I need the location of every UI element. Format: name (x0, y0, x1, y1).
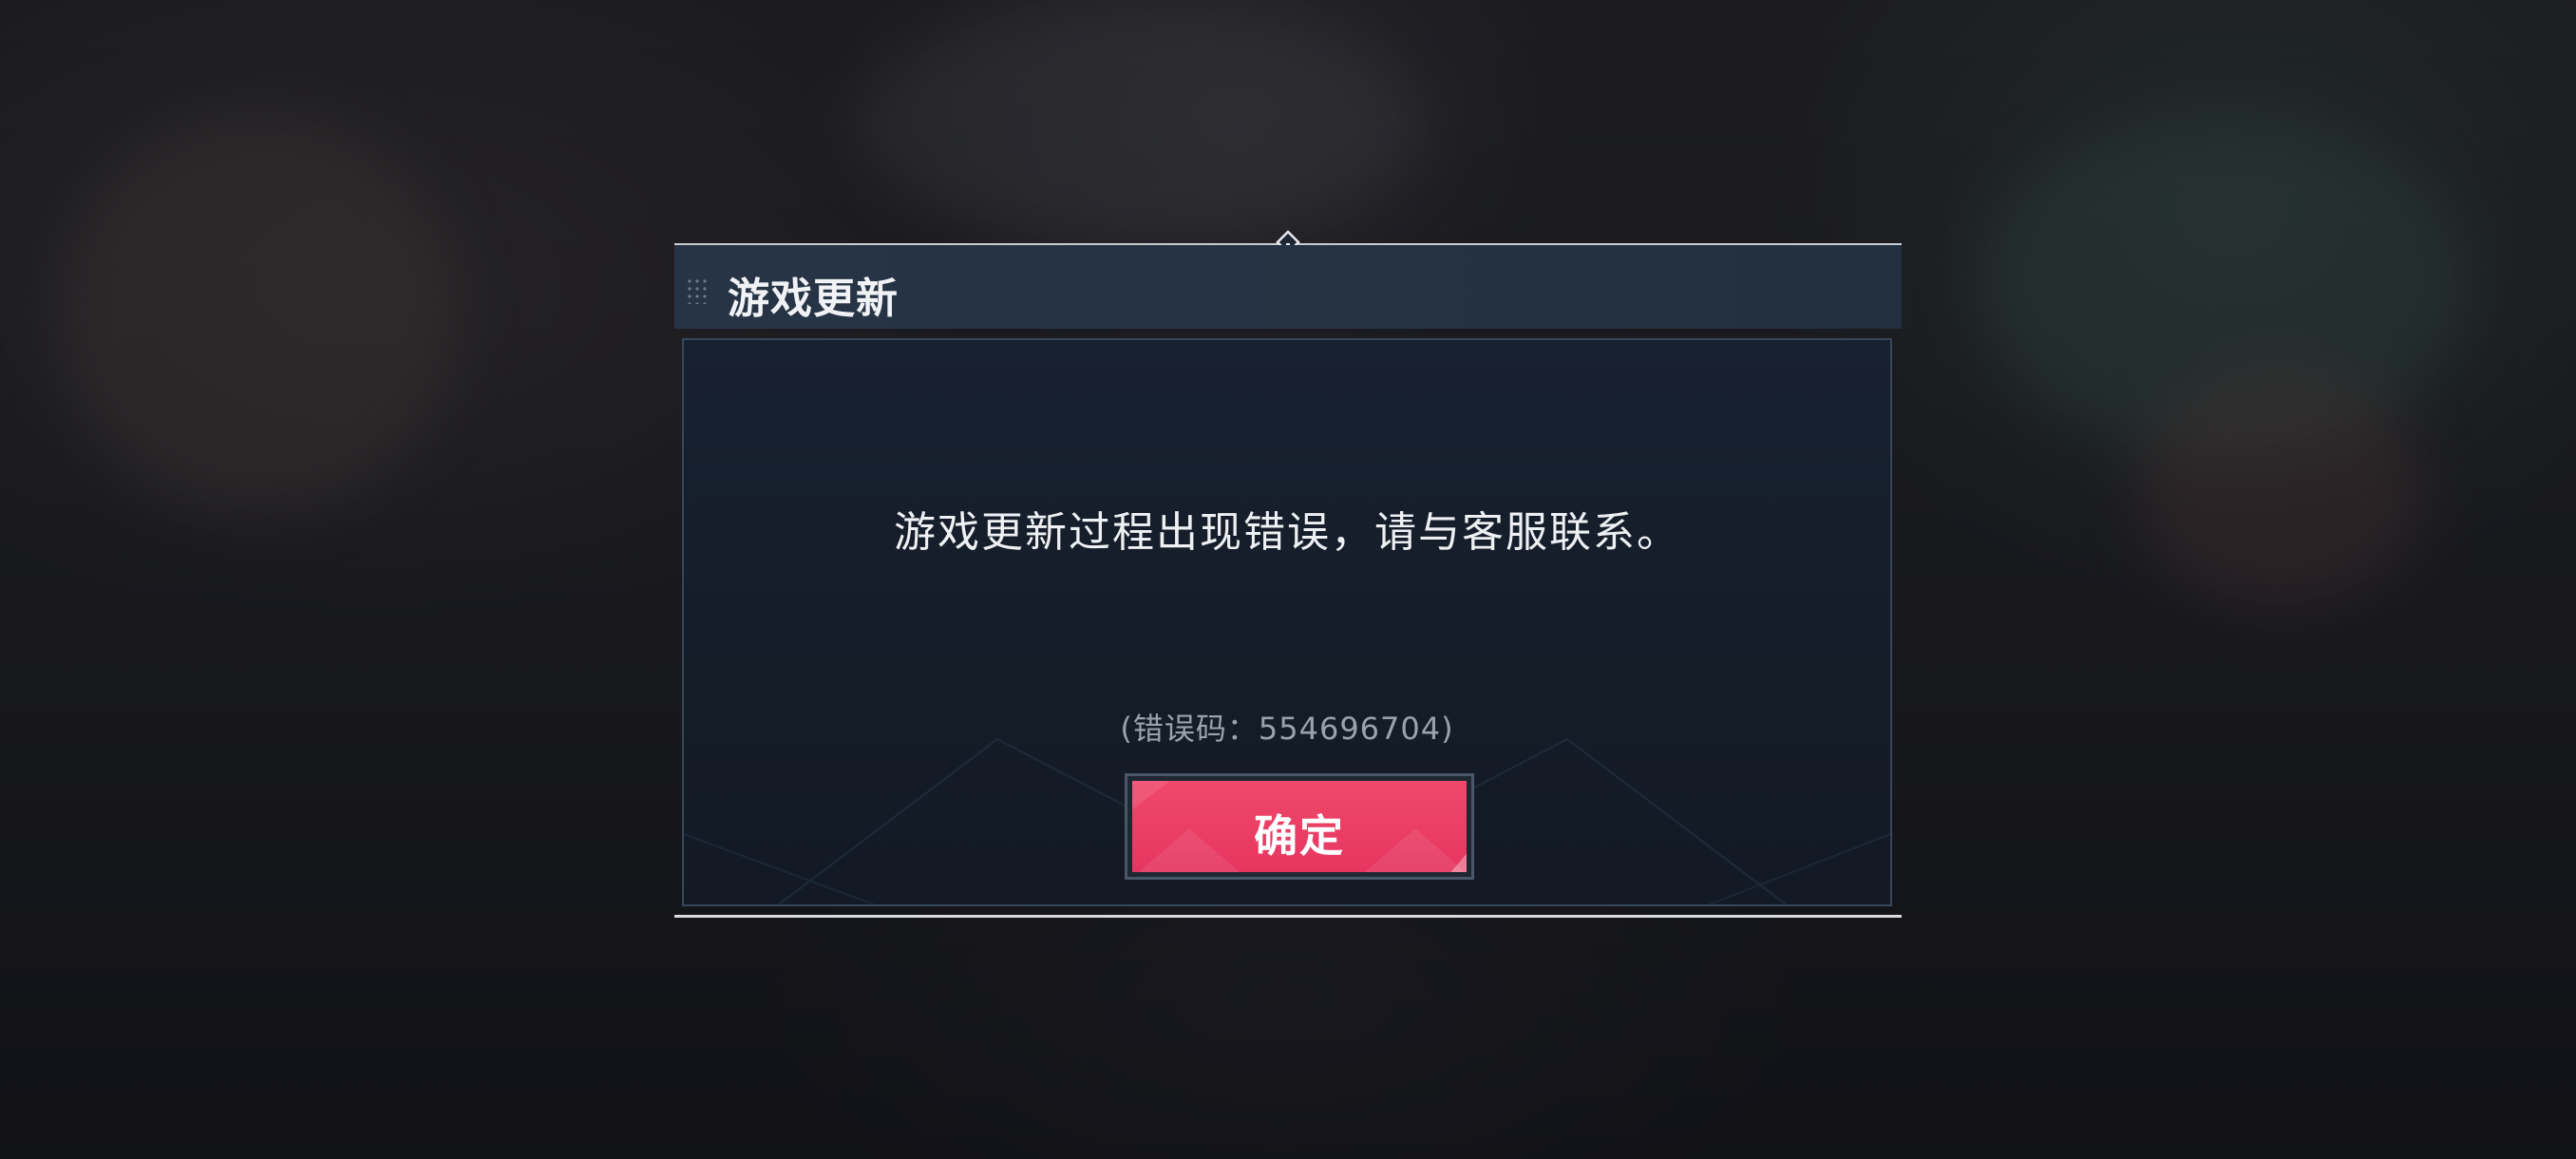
dialog-body: 游戏更新过程出现错误，请与客服联系。 (错误码：554696704) 确定 (682, 338, 1892, 906)
error-code: (错误码：554696704) (1120, 711, 1454, 747)
error-message: 游戏更新过程出现错误，请与客服联系。 (894, 508, 1680, 557)
confirm-button-label: 确定 (1254, 810, 1345, 862)
drag-grip-icon (686, 277, 710, 304)
confirm-button[interactable]: 确定 (1125, 773, 1474, 880)
confirm-button-face: 确定 (1132, 781, 1467, 872)
dialog-titlebar: 游戏更新 (674, 245, 1902, 329)
bottom-border-line (674, 915, 1902, 918)
dialog-title: 游戏更新 (728, 275, 899, 323)
update-error-dialog: 游戏更新 游戏更新过程出现错误，请与客服联系。 (错误码：554696704) … (674, 230, 1902, 918)
